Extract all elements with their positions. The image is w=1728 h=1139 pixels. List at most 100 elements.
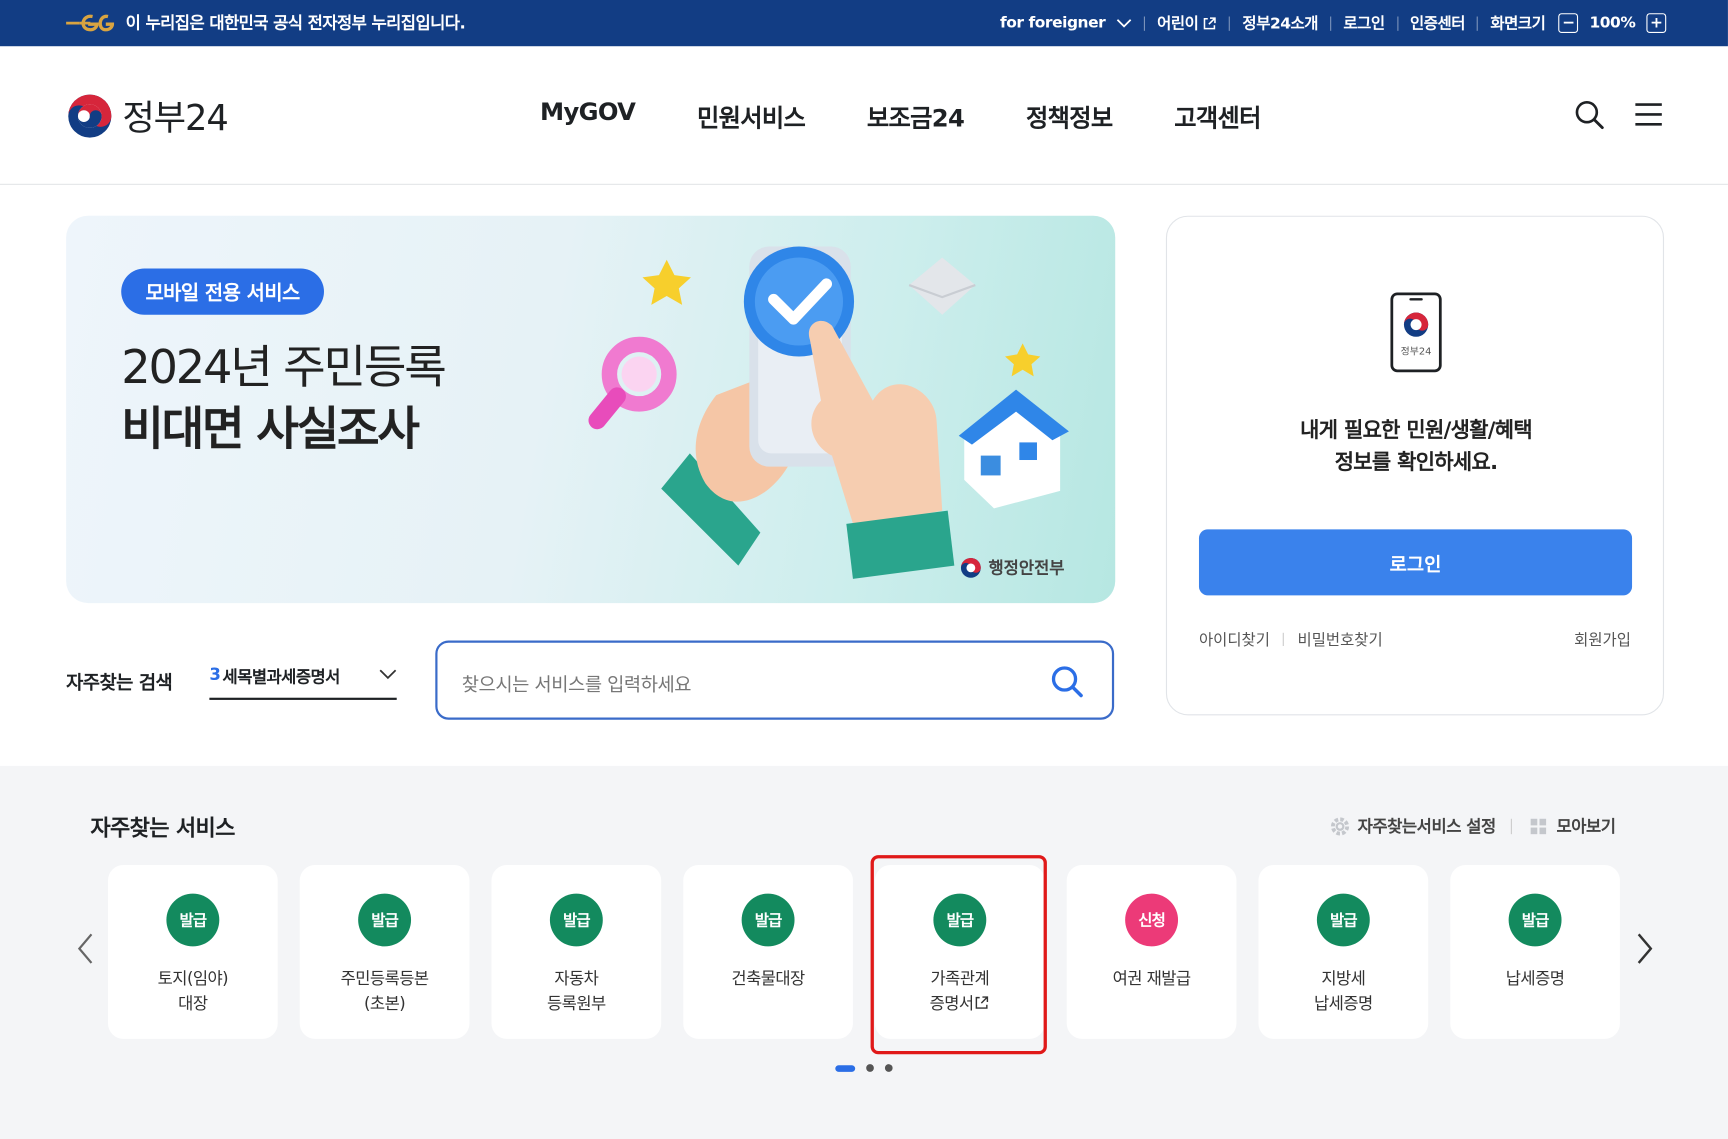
taegeuk-small-icon [960, 557, 981, 578]
frequent-search-value: 세목별과세증명서 [222, 666, 341, 687]
service-card-passport-reissue[interactable]: 신청 여권 재발급 [1066, 864, 1237, 1039]
frequent-search-rank: 3 [209, 664, 221, 685]
service-card-label: 납세증명 [1450, 966, 1620, 991]
login-panel: 정부24 내게 필요한 민원/생활/혜택 정보를 확인하세요. 로그인 아이디찾… [1165, 215, 1665, 716]
divider [1330, 15, 1332, 31]
banner-title-line1: 2024년 주민등록 [121, 340, 447, 394]
nav-civil-services[interactable]: 민원서비스 [697, 99, 806, 134]
service-label-line1: 여권 재발급 [1112, 968, 1192, 989]
pagination-dot[interactable] [884, 1064, 893, 1072]
main-navigation: MyGOV 민원서비스 보조금24 정책정보 고객센터 [540, 99, 1261, 134]
chevron-down-icon [379, 669, 397, 680]
section-title: 자주찾는 서비스 [90, 814, 235, 841]
top-login-link[interactable]: 로그인 [1343, 12, 1385, 34]
chevron-left-icon[interactable] [75, 931, 95, 966]
carousel-pagination [835, 1064, 893, 1072]
frequent-search-select[interactable]: 3 세목별과세증명서 [209, 664, 397, 700]
service-search-box[interactable]: 찾으시는 서비스를 입력하세요 [435, 640, 1115, 720]
site-header: 정부24 MyGOV 민원서비스 보조금24 정책정보 고객센터 [0, 46, 1728, 185]
issue-badge: 발급 [549, 893, 603, 947]
service-card-resident-register[interactable]: 발급 주민등록등본 (초본) [299, 864, 470, 1039]
hamburger-menu-icon[interactable] [1633, 101, 1664, 127]
service-label-line2: (초본) [364, 993, 406, 1014]
divider [1511, 818, 1513, 834]
pagination-dot[interactable] [866, 1064, 874, 1072]
logo-text: 정부24 [122, 96, 228, 139]
zoom-value: 100% [1589, 14, 1636, 32]
login-button[interactable]: 로그인 [1198, 529, 1633, 596]
official-notice-text: 이 누리집은 대한민국 공식 전자정부 누리집입니다. [125, 13, 466, 34]
pagination-dot-active[interactable] [835, 1064, 856, 1072]
service-card-label: 건축물대장 [683, 966, 853, 991]
login-message: 내게 필요한 민원/생활/혜택 정보를 확인하세요. [1167, 415, 1665, 479]
service-cards: 발급 토지(임야) 대장 발급 주민등록등본 (초본) 발급 자동차 등록원부 [107, 864, 1620, 1039]
frequent-search-label: 자주찾는 검색 [66, 672, 173, 695]
nav-customer-center[interactable]: 고객센터 [1174, 99, 1261, 134]
service-card-label: 자동차 등록원부 [491, 966, 661, 1017]
login-message-line2: 정보를 확인하세요. [1334, 450, 1498, 475]
banner-title-line2: 비대면 사실조사 [121, 401, 420, 456]
service-label-line2: 등록원부 [547, 993, 606, 1014]
issue-badge: 발급 [1316, 893, 1370, 947]
apply-badge: 신청 [1125, 893, 1179, 947]
mobile-phone-icon: 정부24 [1390, 292, 1442, 373]
service-card-vehicle-register[interactable]: 발급 자동차 등록원부 [491, 864, 662, 1039]
find-id-link[interactable]: 아이디찾기 [1199, 628, 1270, 650]
divider [1396, 15, 1398, 31]
join-link[interactable]: 회원가입 [1574, 628, 1631, 650]
service-card-label: 지방세 납세증명 [1258, 966, 1428, 1017]
services-settings-button[interactable]: 자주찾는서비스 설정 [1329, 814, 1496, 837]
kids-link[interactable]: 어린이 [1157, 12, 1217, 34]
service-label-line1: 토지(임야) [157, 968, 229, 989]
issue-badge: 발급 [1508, 893, 1562, 947]
service-label-line1: 납세증명 [1505, 968, 1565, 989]
service-label-line1: 주민등록등본 [340, 968, 430, 989]
service-card-tax-payment[interactable]: 발급 납세증명 [1450, 864, 1620, 1039]
official-notice: 이 누리집은 대한민국 공식 전자정부 누리집입니다. [64, 11, 466, 34]
hand-phone-illustration [588, 246, 1069, 579]
site-logo[interactable]: 정부24 [66, 90, 229, 141]
gov-top-bar: 이 누리집은 대한민국 공식 전자정부 누리집입니다. for foreigne… [0, 0, 1728, 47]
external-link-icon [1204, 16, 1217, 29]
login-message-line1: 내게 필요한 민원/생활/혜택 [1300, 418, 1533, 443]
find-password-link[interactable]: 비밀번호찾기 [1298, 628, 1383, 650]
issue-badge: 발급 [358, 893, 412, 947]
view-all-button[interactable]: 모아보기 [1528, 814, 1616, 837]
divider [1229, 15, 1231, 31]
phone-icon-label: 정부24 [1401, 345, 1432, 357]
search-icon[interactable] [1574, 99, 1605, 130]
issue-badge: 발급 [166, 893, 220, 947]
screen-size-control: 화면크기 − 100% + [1490, 12, 1667, 34]
search-icon[interactable] [1050, 665, 1083, 698]
zoom-in-button[interactable]: + [1646, 13, 1667, 34]
taegeuk-logo-icon [68, 94, 112, 138]
service-label-line2: 대장 [178, 993, 208, 1014]
kids-label: 어린이 [1157, 15, 1199, 34]
service-card-local-tax-payment[interactable]: 발급 지방세 납세증명 [1258, 864, 1429, 1039]
gear-icon [1330, 816, 1350, 836]
divider [1477, 15, 1479, 31]
nav-mygov[interactable]: MyGOV [540, 99, 636, 134]
frequent-services-section: 자주찾는 서비스 자주찾는서비스 설정 모아보기 발급 토지(임야) 대장 발급… [0, 765, 1728, 1139]
divider [1143, 15, 1145, 31]
nav-policy-info[interactable]: 정책정보 [1026, 99, 1113, 134]
about-link[interactable]: 정부24소개 [1242, 12, 1318, 34]
nav-subsidy24[interactable]: 보조금24 [867, 99, 965, 134]
grid-icon [1531, 818, 1547, 834]
zoom-out-button[interactable]: − [1558, 13, 1579, 34]
service-label-line2: 납세증명 [1314, 993, 1373, 1014]
service-card-label: 여권 재발급 [1067, 966, 1237, 991]
service-card-label: 주민등록등본 (초본) [300, 966, 470, 1017]
view-all-label: 모아보기 [1556, 816, 1616, 837]
banner-credit: 행정안전부 [960, 556, 1065, 579]
promo-banner[interactable]: 모바일 전용 서비스 2024년 주민등록 비대면 사실조사 행정안전부 [66, 215, 1116, 604]
service-label-line1: 건축물대장 [731, 968, 805, 989]
service-card-land-register[interactable]: 발급 토지(임야) 대장 [107, 864, 278, 1039]
banner-pill: 모바일 전용 서비스 [121, 268, 325, 315]
for-foreigner-dropdown[interactable]: for foreigner [1000, 14, 1132, 32]
service-card-building-register[interactable]: 발급 건축물대장 [683, 864, 853, 1039]
cert-center-link[interactable]: 인증센터 [1410, 12, 1465, 34]
chevron-right-icon[interactable] [1635, 931, 1655, 966]
account-links: 아이디찾기 비밀번호찾기 [1199, 628, 1383, 650]
search-input[interactable]: 찾으시는 서비스를 입력하세요 [462, 669, 692, 697]
